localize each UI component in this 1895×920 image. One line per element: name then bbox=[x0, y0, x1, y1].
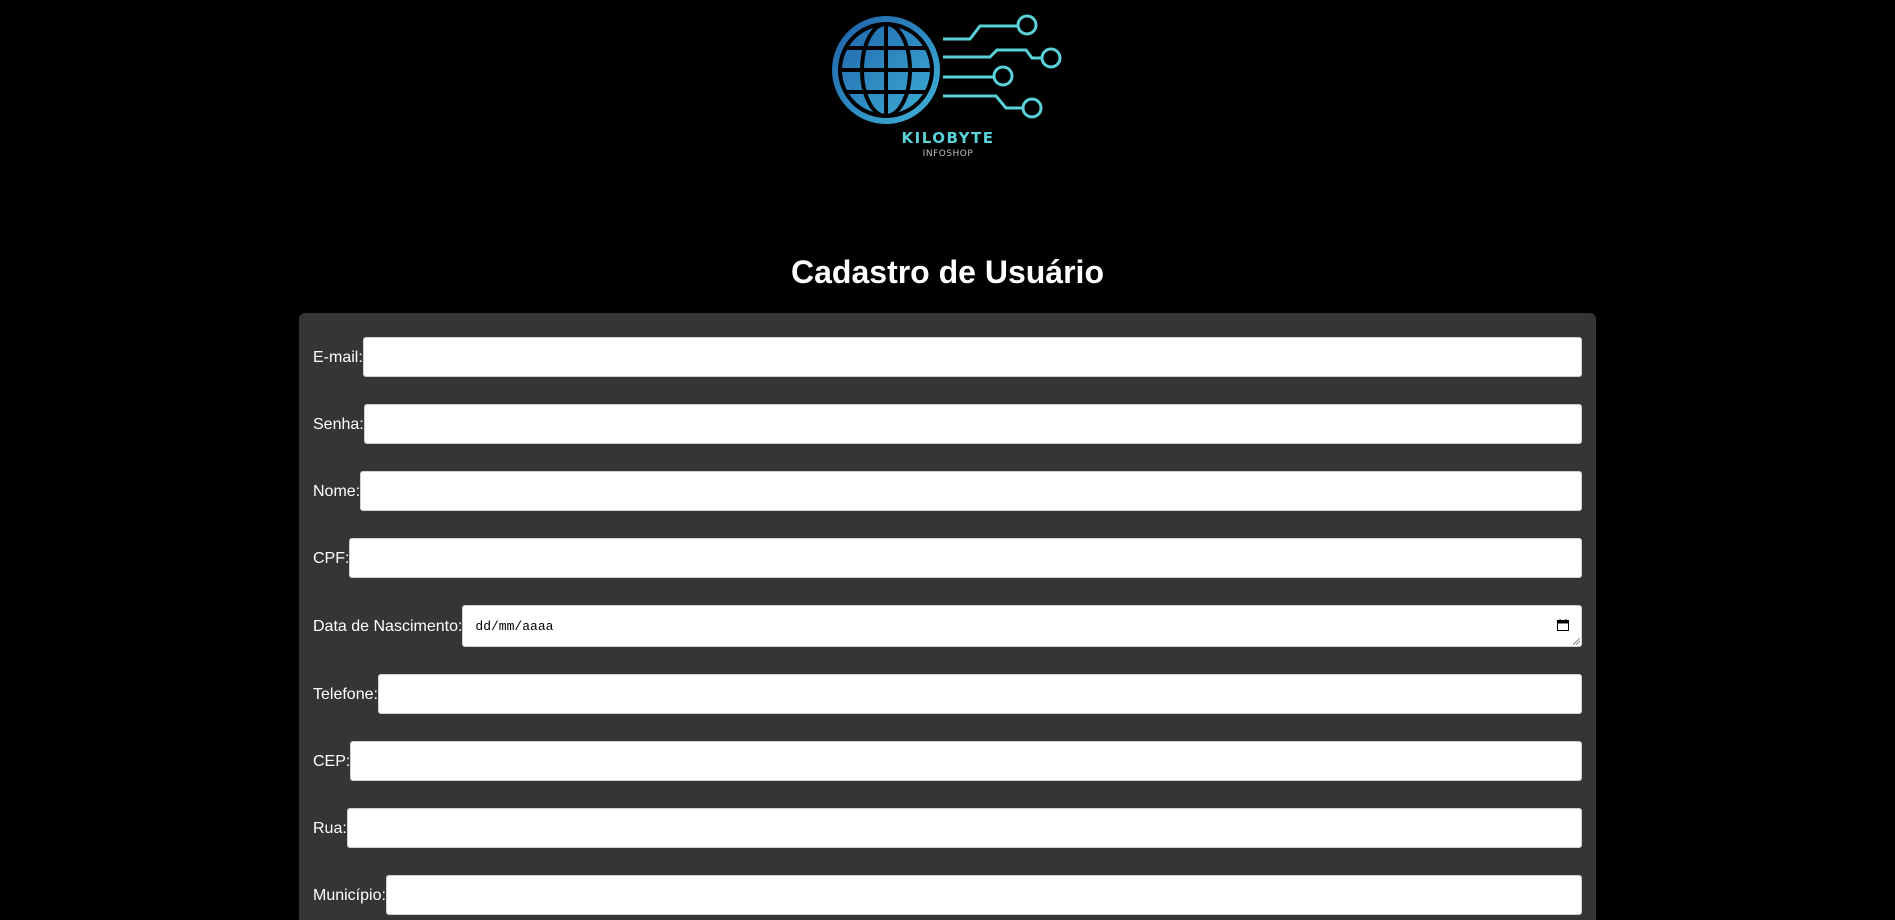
street-row: Rua: bbox=[313, 808, 1582, 848]
phone-field[interactable] bbox=[377, 674, 1582, 714]
phone-label: Telefone: bbox=[313, 685, 378, 703]
date-placeholder: dd/mm/aaaa bbox=[475, 619, 554, 634]
cep-row: CEP: bbox=[313, 741, 1582, 781]
password-label: Senha: bbox=[313, 415, 364, 433]
city-row: Município: bbox=[313, 875, 1582, 915]
city-label: Município: bbox=[313, 886, 386, 904]
street-field[interactable] bbox=[346, 808, 1582, 848]
password-row: Senha: bbox=[313, 404, 1582, 444]
name-row: Nome: bbox=[313, 471, 1582, 511]
calendar-icon[interactable] bbox=[1557, 619, 1569, 631]
name-field[interactable] bbox=[360, 471, 1582, 511]
email-row: E-mail: bbox=[313, 337, 1582, 377]
birthdate-field[interactable]: dd/mm/aaaa bbox=[462, 605, 1582, 647]
street-label: Rua: bbox=[313, 819, 347, 837]
cep-label: CEP: bbox=[313, 752, 351, 770]
name-label: Nome: bbox=[313, 482, 361, 500]
registration-form: E-mail: Senha: Nome: CPF: Data de Nascim… bbox=[299, 313, 1596, 920]
email-field[interactable] bbox=[362, 337, 1582, 377]
cpf-label: CPF: bbox=[313, 549, 350, 567]
brand-name: KILOBYTE bbox=[901, 129, 995, 147]
city-field[interactable] bbox=[385, 875, 1582, 915]
birthdate-label: Data de Nascimento: bbox=[313, 617, 463, 635]
kilobyte-logo[interactable]: KILOBYTE INFOSHOP bbox=[830, 12, 1066, 162]
cpf-row: CPF: bbox=[313, 538, 1582, 578]
registration-page: KILOBYTE INFOSHOP Cadastro de Usuário E-… bbox=[0, 0, 1895, 920]
birthdate-row: Data de Nascimento: dd/mm/aaaa bbox=[313, 605, 1582, 647]
phone-row: Telefone: bbox=[313, 674, 1582, 714]
cpf-field[interactable] bbox=[349, 538, 1582, 578]
email-label: E-mail: bbox=[313, 348, 363, 366]
resize-grip-icon[interactable] bbox=[1573, 638, 1580, 645]
page-title: Cadastro de Usuário bbox=[791, 254, 1104, 290]
password-field[interactable] bbox=[363, 404, 1582, 444]
brand-subtitle: INFOSHOP bbox=[922, 149, 974, 159]
cep-field[interactable] bbox=[350, 741, 1582, 781]
